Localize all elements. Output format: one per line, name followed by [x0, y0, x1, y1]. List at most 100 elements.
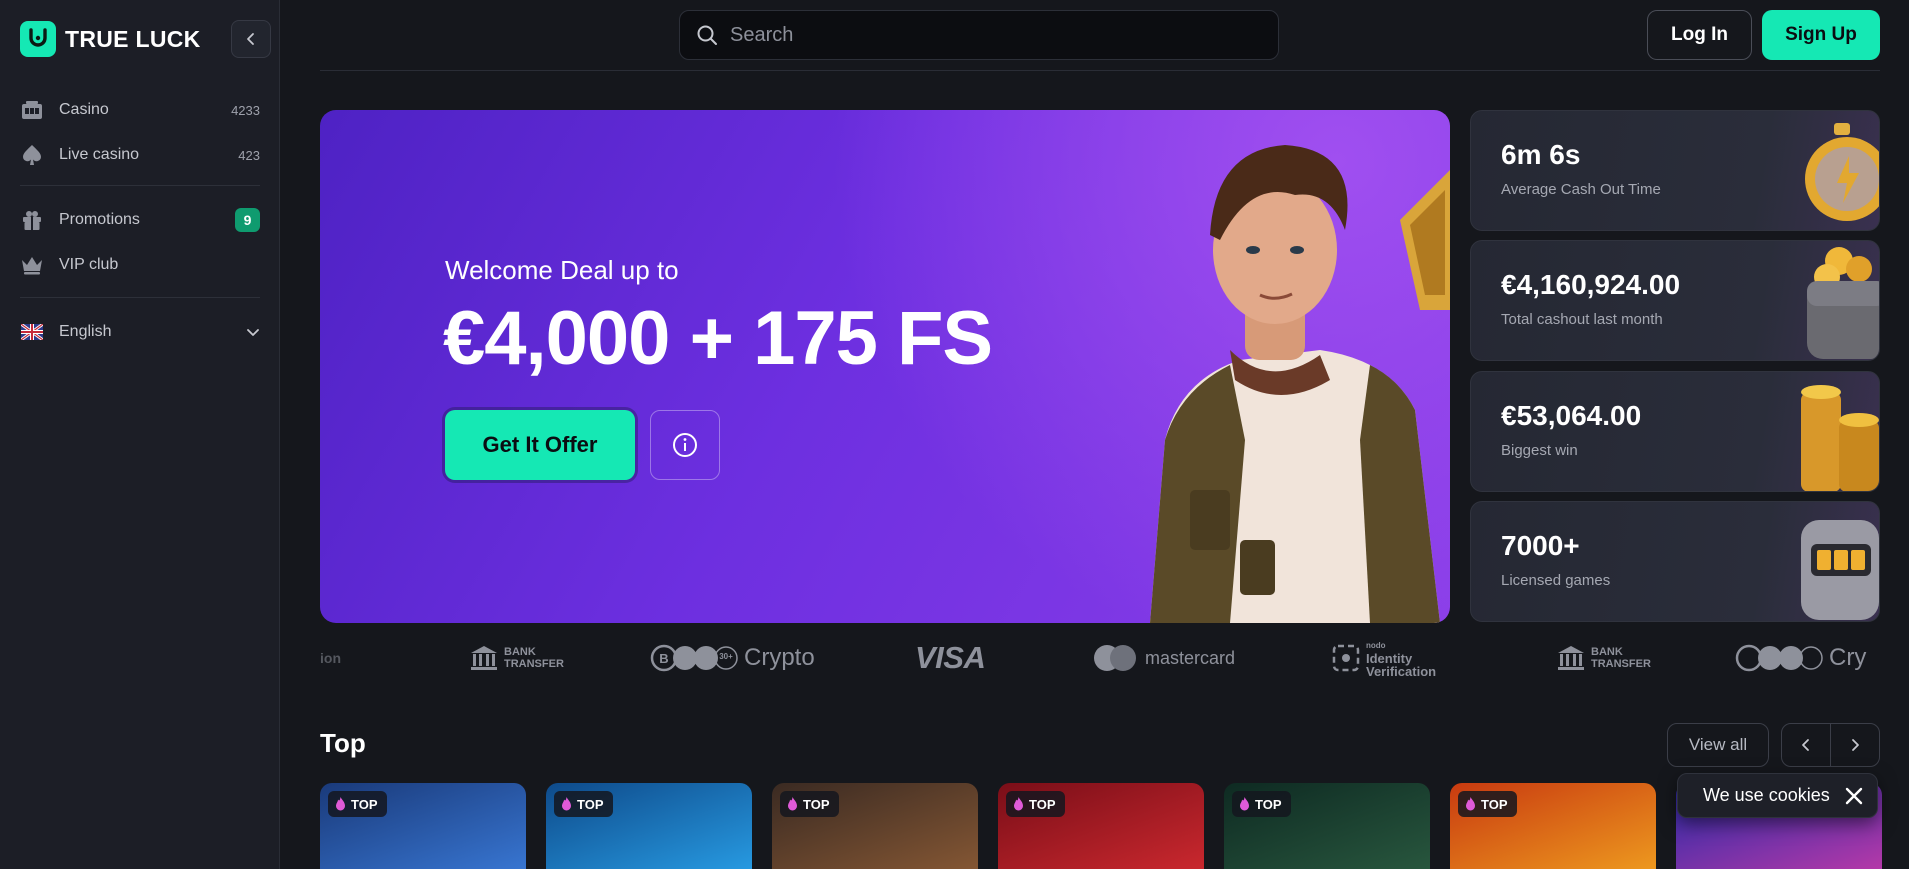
bank-line1: BANK	[1591, 646, 1623, 658]
game-card[interactable]: TOP	[546, 783, 752, 869]
crypto-more: 30+	[719, 652, 733, 661]
payment-bank-transfer-repeat: BANK TRANSFER	[1557, 635, 1651, 681]
payment-visa: VISA	[915, 640, 986, 675]
payment-mastercard: mastercard	[1093, 635, 1235, 681]
bank-line2: TRANSFER	[1591, 658, 1651, 670]
crypto-partial-label: Cry	[1829, 644, 1867, 671]
identity-small: nodo	[1366, 640, 1386, 650]
top-tag: TOP	[1232, 791, 1291, 817]
cookie-text: We use cookies	[1703, 785, 1830, 805]
chevron-right-icon	[1852, 739, 1859, 751]
promotions-count-badge: 9	[235, 208, 260, 232]
bank-line2: TRANSFER	[504, 658, 564, 670]
bank-icon	[1558, 646, 1584, 670]
flame-icon	[1014, 797, 1023, 811]
carousel-prev-button[interactable]	[1782, 724, 1830, 766]
search-bar[interactable]	[679, 10, 1279, 60]
payment-bank-transfer: BANK TRANSFER	[470, 635, 564, 681]
sidebar-item-label: VIP club	[59, 256, 119, 273]
language-selector[interactable]: English	[20, 314, 260, 350]
section-title-top: Top	[320, 728, 366, 758]
sidebar-item-label: Live casino	[59, 146, 140, 163]
cookie-banner: We use cookies	[1677, 773, 1878, 818]
sidebar-divider	[20, 185, 260, 186]
hero-info-button[interactable]	[650, 410, 720, 480]
sidebar: TRUE LUCK Casino 4233 Live casino 423 Pr…	[0, 0, 280, 869]
carousel-next-button[interactable]	[1831, 724, 1879, 766]
top-tag-label: TOP	[577, 796, 604, 812]
stat-value: 6m 6s	[1501, 139, 1581, 170]
spade-icon	[20, 143, 44, 167]
sidebar-item-live-casino[interactable]: Live casino 423	[20, 137, 260, 173]
mastercard-icon	[1094, 645, 1136, 671]
game-card[interactable]: TOP	[1224, 783, 1430, 869]
payment-partial-logo: ion	[320, 650, 341, 666]
cookie-close-button[interactable]	[1837, 779, 1871, 813]
search-input[interactable]	[730, 23, 1250, 47]
game-card[interactable]: TOP	[320, 783, 526, 869]
view-all-button[interactable]: View all	[1667, 723, 1769, 767]
carousel-pager	[1781, 723, 1880, 767]
horseshoe-logo-icon	[20, 21, 56, 57]
wallet-icon	[1807, 247, 1879, 359]
stat-value: €4,160,924.00	[1501, 269, 1681, 300]
sidebar-item-vip-club[interactable]: VIP club	[20, 247, 260, 283]
top-tag-label: TOP	[351, 796, 378, 812]
bank-line1: BANK	[504, 646, 536, 658]
hero-title: €4,000 + 175 FS	[443, 296, 993, 381]
header-divider	[320, 70, 1880, 71]
uk-flag-icon	[20, 320, 44, 344]
stat-label: Biggest win	[1501, 442, 1578, 459]
gift-icon	[20, 208, 44, 232]
payment-methods-strip: ion BANK TRANSFER B 30+ Crypto VISA maste…	[320, 635, 1880, 681]
signup-button[interactable]: Sign Up	[1762, 10, 1880, 60]
coins-icon	[1801, 385, 1879, 491]
item-count: 423	[238, 147, 260, 163]
info-icon	[673, 433, 697, 457]
flame-icon	[562, 797, 571, 811]
flame-icon	[788, 797, 797, 811]
stat-label: Licensed games	[1501, 572, 1611, 589]
top-tag: TOP	[1458, 791, 1517, 817]
game-card[interactable]: TOP	[772, 783, 978, 869]
chevron-left-icon	[1802, 739, 1809, 751]
stat-card-biggest-win: €53,064.00 Biggest win	[1470, 371, 1880, 492]
stopwatch-icon	[1805, 123, 1879, 221]
stat-card-cashout-time: 6m 6s Average Cash Out Time	[1470, 110, 1880, 231]
adventurer-character-image	[1150, 145, 1450, 623]
sidebar-divider	[20, 297, 260, 298]
hero-subtitle: Welcome Deal up to	[445, 255, 679, 285]
stat-card-licensed-games: 7000+ Licensed games	[1470, 501, 1880, 622]
chevron-left-icon	[247, 33, 254, 45]
top-tag-label: TOP	[803, 796, 830, 812]
sidebar-item-casino[interactable]: Casino 4233	[20, 92, 260, 128]
collapse-sidebar-button[interactable]	[231, 20, 271, 58]
sidebar-item-promotions[interactable]: Promotions 9	[20, 202, 260, 238]
sidebar-item-label: Promotions	[59, 211, 140, 228]
flame-icon	[1466, 797, 1475, 811]
game-card[interactable]: TOP	[1450, 783, 1656, 869]
stat-value: €53,064.00	[1501, 400, 1642, 431]
language-label: English	[59, 323, 112, 340]
top-tag-label: TOP	[1255, 796, 1282, 812]
hero-banner[interactable]: Welcome Deal up to €4,000 + 175 FS Get I…	[320, 110, 1450, 623]
login-button[interactable]: Log In	[1647, 10, 1752, 60]
mastercard-label: mastercard	[1145, 647, 1236, 668]
top-tag: TOP	[1006, 791, 1065, 817]
flame-icon	[1240, 797, 1249, 811]
game-card[interactable]: TOP	[998, 783, 1204, 869]
identity-line1: Identity	[1366, 650, 1413, 666]
stat-label: Total cashout last month	[1501, 311, 1663, 328]
stat-card-total-cashout: €4,160,924.00 Total cashout last month	[1470, 240, 1880, 361]
top-tag: TOP	[780, 791, 839, 817]
get-offer-button[interactable]: Get It Offer	[445, 410, 635, 480]
crypto-label: Crypto	[744, 644, 815, 671]
casino-icon	[20, 98, 44, 122]
slot-machine-icon	[1801, 520, 1879, 620]
top-tag: TOP	[328, 791, 387, 817]
logo[interactable]: TRUE LUCK	[20, 20, 201, 58]
bank-icon	[471, 646, 497, 670]
top-tag-label: TOP	[1029, 796, 1056, 812]
close-icon	[1845, 787, 1863, 804]
top-tag-label: TOP	[1481, 796, 1508, 812]
